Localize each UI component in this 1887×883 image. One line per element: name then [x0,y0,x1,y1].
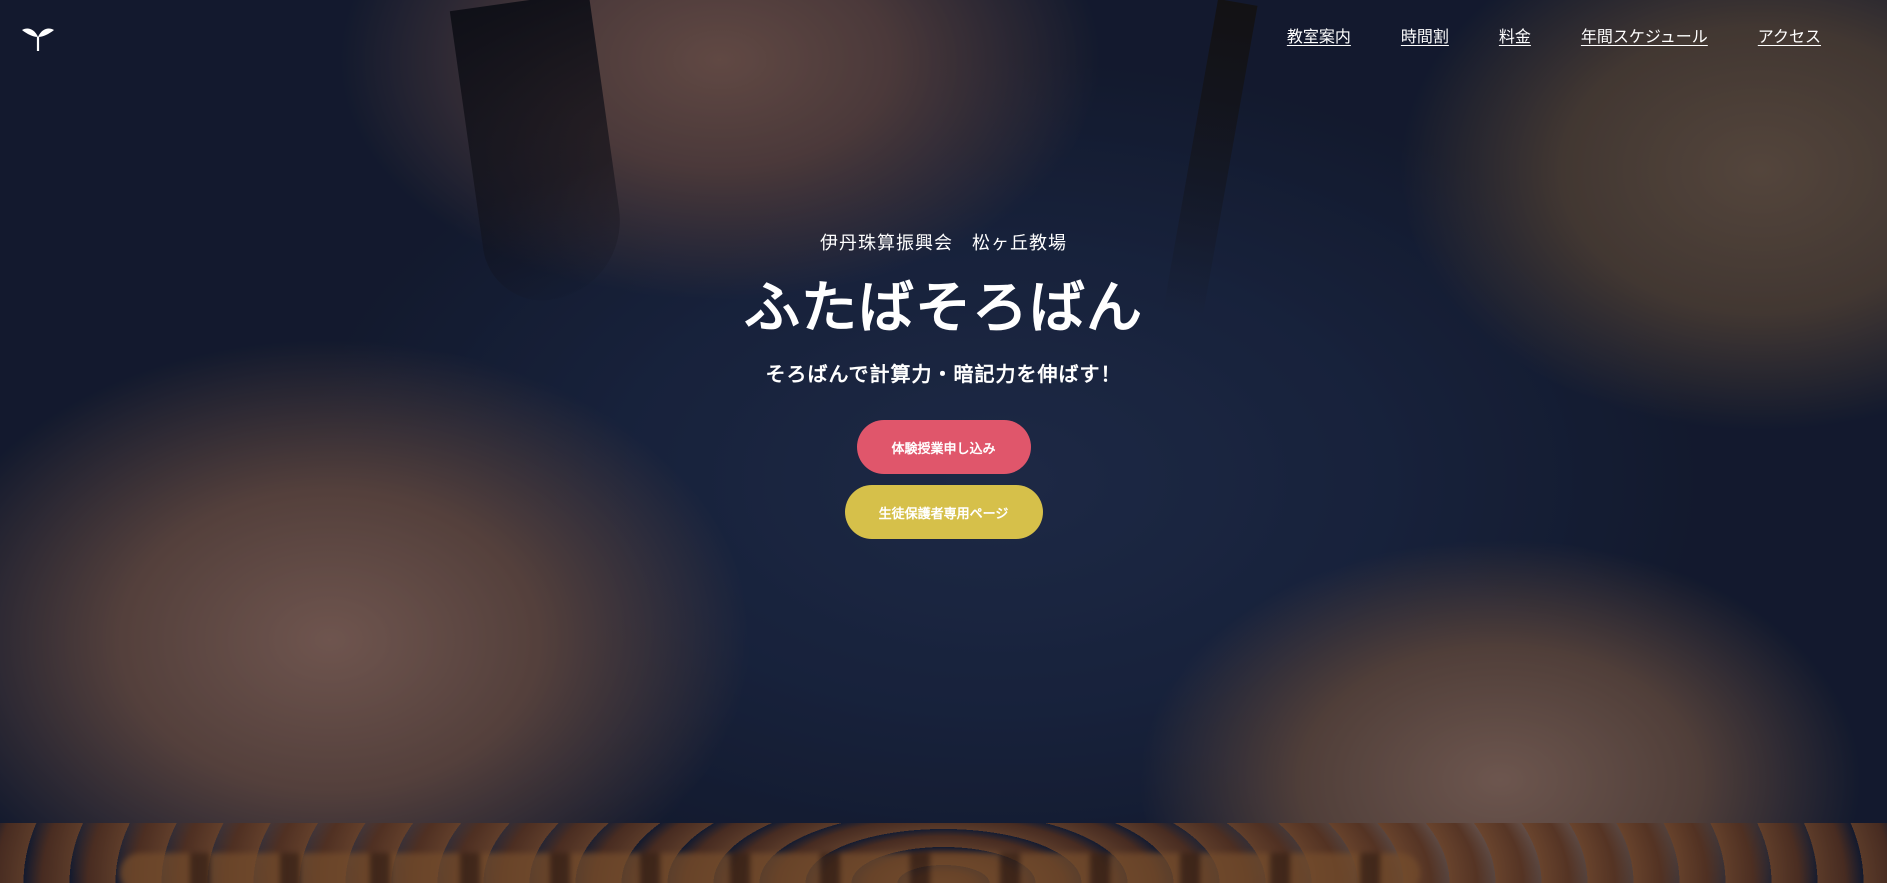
site-header: 教室案内 時間割 料金 年間スケジュール アクセス [0,0,1887,80]
nav-item-classroom[interactable]: 教室案内 [1287,27,1351,47]
nav-item-fees[interactable]: 料金 [1499,27,1531,47]
nav-item-timetable[interactable]: 時間割 [1401,27,1449,47]
sprout-icon[interactable] [21,24,55,52]
members-page-button-label: 生徒保護者専用ページ [878,506,1009,522]
members-page-button[interactable]: 生徒保護者専用ページ [844,485,1043,539]
nav-item-annual-schedule[interactable]: 年間スケジュール [1581,27,1708,47]
trial-lesson-button[interactable]: 体験授業申し込み [856,420,1031,474]
hero-section: 教室案内 時間割 料金 年間スケジュール アクセス 伊丹珠算振興会 松ヶ丘教場 … [0,0,1887,883]
nav-item-access[interactable]: アクセス [1758,27,1821,47]
trial-lesson-button-label: 体験授業申し込み [891,441,996,457]
hero-tagline: そろばんで計算力・暗記力を伸ばす！ [765,362,1122,386]
page-title: ふたばそろばん [744,276,1143,341]
hero-subtitle: 伊丹珠算振興会 松ヶ丘教場 [820,233,1067,254]
main-nav: 教室案内 時間割 料金 年間スケジュール アクセス [1287,27,1821,47]
